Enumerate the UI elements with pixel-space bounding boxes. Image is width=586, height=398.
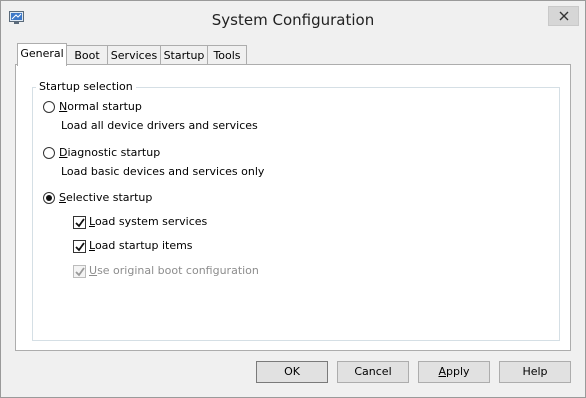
load-startup-items-label[interactable]: Load startup items: [89, 239, 193, 252]
cancel-button[interactable]: Cancel: [337, 361, 409, 383]
tab-startup[interactable]: Startup: [160, 45, 208, 65]
checkmark-icon: [75, 242, 85, 252]
diagnostic-startup-label[interactable]: Diagnostic startup: [59, 146, 160, 159]
diagnostic-startup-radio[interactable]: [43, 147, 55, 159]
tab-boot[interactable]: Boot: [66, 45, 108, 65]
tab-services[interactable]: Services: [107, 45, 161, 65]
selective-startup-label[interactable]: Selective startup: [59, 191, 152, 204]
use-original-boot-configuration-checkbox: [73, 265, 86, 278]
access-key: A: [438, 365, 446, 378]
general-tab-panel: Startup selection Normal startup Load al…: [15, 64, 571, 351]
close-button[interactable]: [548, 6, 579, 26]
help-button[interactable]: Help: [499, 361, 571, 383]
load-startup-items-checkbox[interactable]: [73, 240, 86, 253]
title-bar: System Configuration: [1, 1, 585, 39]
window-title: System Configuration: [211, 11, 375, 29]
use-original-boot-configuration-label: Use original boot configuration: [89, 264, 259, 277]
normal-startup-label[interactable]: Normal startup: [59, 100, 142, 113]
label-text: oad system services: [94, 215, 208, 228]
tab-label: Boot: [74, 49, 100, 62]
label-text: pply: [446, 365, 470, 378]
access-key: N: [59, 100, 68, 113]
checkmark-icon: [75, 267, 85, 277]
tab-label: General: [20, 47, 64, 60]
apply-button[interactable]: Apply: [418, 361, 490, 383]
close-icon: [559, 11, 569, 21]
label-text: elective startup: [65, 191, 153, 204]
tab-general[interactable]: General: [17, 43, 67, 66]
label-text: ormal startup: [67, 100, 142, 113]
system-configuration-window: System Configuration General Boot Servic…: [0, 0, 586, 398]
access-key: U: [89, 264, 98, 277]
label-text: oad startup items: [94, 239, 193, 252]
checkmark-icon: [75, 218, 85, 228]
diagnostic-startup-description: Load basic devices and services only: [61, 165, 265, 178]
startup-selection-legend: Startup selection: [36, 80, 136, 93]
normal-startup-description: Load all device drivers and services: [61, 119, 258, 132]
load-system-services-checkbox[interactable]: [73, 216, 86, 229]
selective-startup-radio[interactable]: [43, 192, 55, 204]
tab-label: Tools: [213, 49, 241, 62]
label-text: iagnostic startup: [67, 146, 161, 159]
label-text: se original boot configuration: [97, 264, 259, 277]
access-key: S: [59, 191, 66, 204]
load-system-services-label[interactable]: Load system services: [89, 215, 207, 228]
ok-button[interactable]: OK: [256, 361, 328, 383]
tab-label: Startup: [163, 49, 205, 62]
tab-label: Services: [110, 49, 158, 62]
normal-startup-radio[interactable]: [43, 101, 55, 113]
tab-tools[interactable]: Tools: [207, 45, 247, 65]
